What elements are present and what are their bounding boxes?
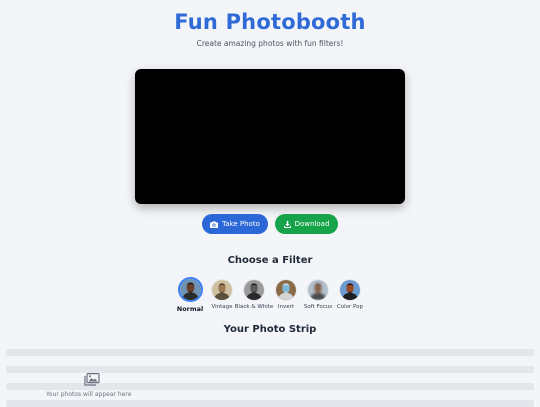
camera-preview — [135, 69, 405, 204]
photo-strip-heading: Your Photo Strip — [223, 324, 317, 335]
photo-strip: Your photos will appear here — [6, 347, 534, 407]
app-subtitle: Create amazing photos with fun filters! — [196, 39, 344, 48]
empty-strip-message: Your photos will appear here — [46, 391, 132, 398]
filter-soft-focus-thumbnail — [307, 279, 329, 301]
images-icon — [84, 371, 100, 390]
strip-divider — [6, 400, 534, 407]
camera-icon — [210, 221, 219, 228]
filter-color-pop-thumbnail — [339, 279, 361, 301]
filter-vintage-thumbnail — [211, 279, 233, 301]
filter-normal-thumbnail — [177, 277, 203, 302]
download-button[interactable]: Download — [275, 214, 338, 234]
filter-color-pop[interactable]: Color Pop — [330, 279, 370, 311]
take-photo-button[interactable]: Take Photo — [202, 214, 268, 234]
filter-black-white-thumbnail — [243, 279, 265, 301]
strip-divider — [6, 349, 534, 356]
filter-invert-thumbnail — [275, 279, 297, 301]
take-photo-label: Take Photo — [222, 220, 260, 228]
download-icon — [283, 220, 291, 228]
app-title: Fun Photobooth — [174, 10, 366, 34]
download-label: Download — [294, 220, 330, 228]
filter-color-pop-label: Color Pop — [336, 304, 364, 310]
filters-heading: Choose a Filter — [227, 255, 313, 266]
